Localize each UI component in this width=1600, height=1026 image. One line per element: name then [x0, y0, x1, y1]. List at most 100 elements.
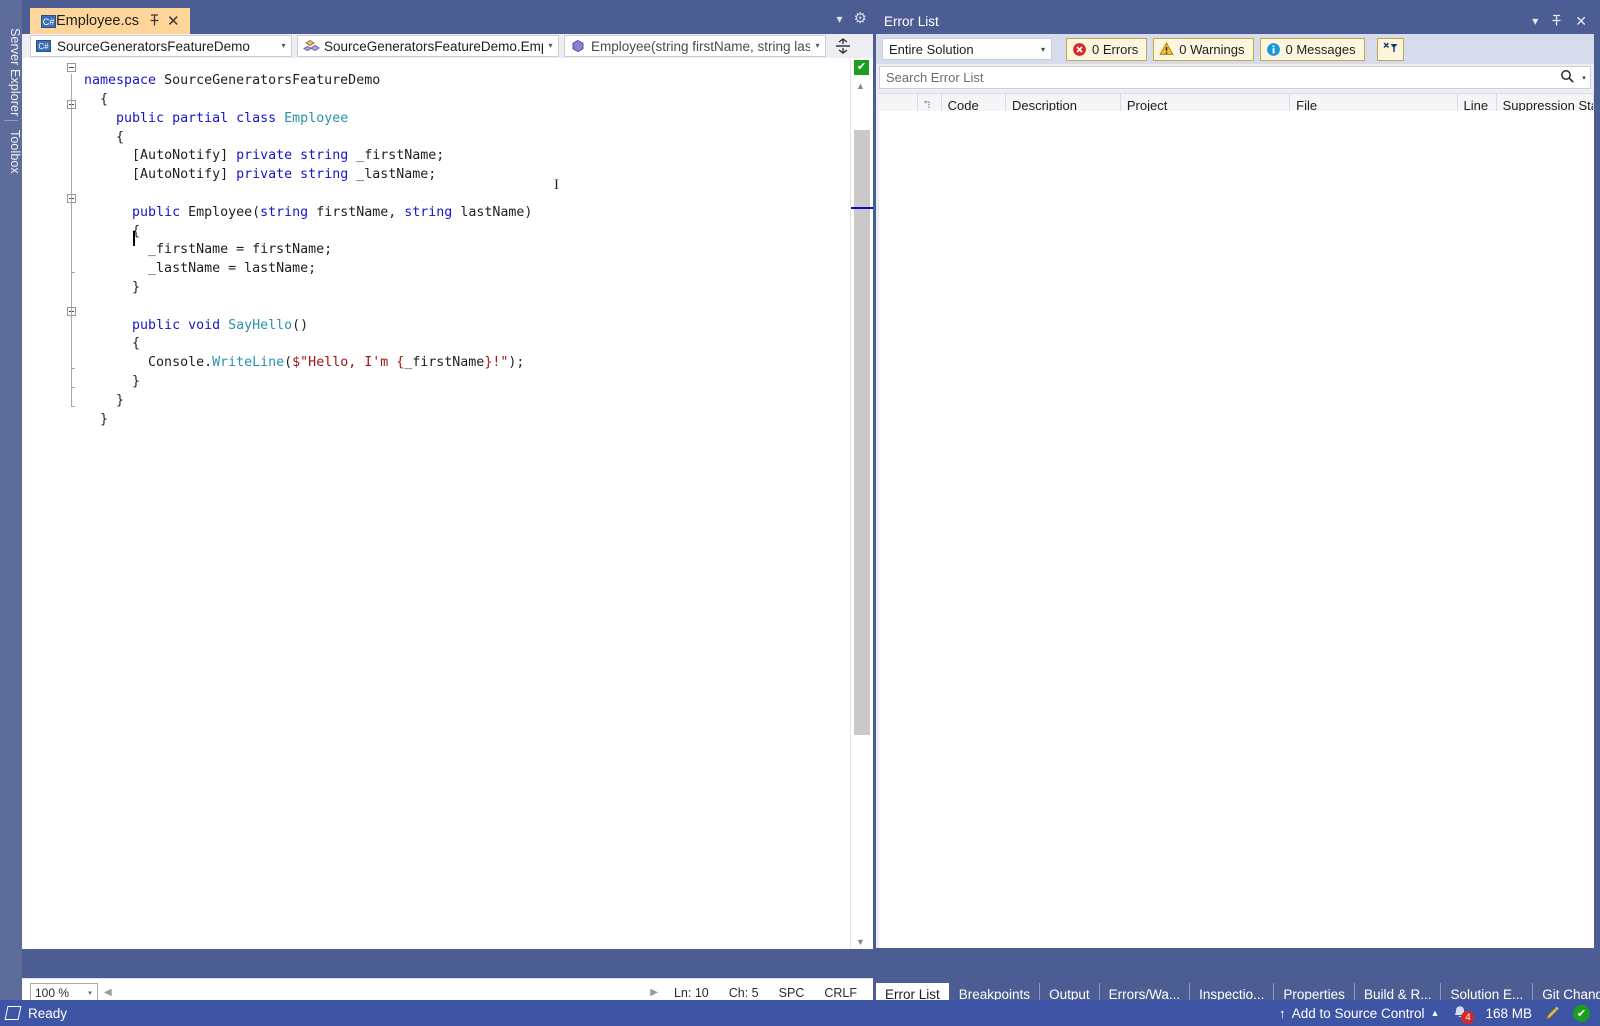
close-icon[interactable]: ✕: [1575, 14, 1587, 28]
code-token: }: [100, 411, 109, 427]
build-source-icon: ”⁝: [924, 99, 931, 111]
csharp-file-icon: C#: [41, 14, 56, 29]
caret-up-icon[interactable]: ▲: [1431, 1008, 1440, 1018]
scroll-down-arrow-icon[interactable]: ▼: [856, 938, 865, 947]
send-feedback-button[interactable]: [1544, 1005, 1561, 1022]
sidebar-tab-toolbox[interactable]: Toolbox: [0, 126, 22, 178]
code-token: );: [508, 355, 525, 371]
navbar-type-dropdown[interactable]: SourceGeneratorsFeatureDemo.Employ ▾: [297, 35, 559, 57]
code-token: (): [292, 317, 309, 333]
status-ready-label: Ready: [28, 1005, 68, 1021]
code-token: partial: [172, 110, 237, 126]
error-scope-value: Entire Solution: [889, 41, 974, 57]
code-editor-surface[interactable]: namespace SourceGeneratorsFeatureDemo { …: [22, 58, 873, 949]
code-token: void: [188, 317, 229, 333]
code-health-indicator[interactable]: ✔: [854, 60, 869, 75]
line-endings-indicator[interactable]: CRLF: [814, 986, 873, 1000]
chevron-down-icon: ▾: [88, 989, 92, 997]
gear-icon[interactable]: ⚙: [854, 11, 867, 26]
upload-arrow-icon: ↑: [1278, 1005, 1286, 1021]
pin-icon[interactable]: [1551, 14, 1562, 29]
error-list-title: Error List: [884, 13, 939, 29]
sidebar-tab-server-explorer[interactable]: Server Explorer: [0, 24, 22, 120]
code-token: public: [132, 317, 189, 333]
chevron-down-icon: ▾: [548, 41, 553, 50]
code-token: _firstName;: [356, 148, 445, 164]
clear-filter-button[interactable]: [1376, 37, 1404, 61]
chevron-down-icon: ▾: [281, 41, 286, 50]
chevron-down-icon: ▾: [815, 41, 820, 50]
search-options-dropdown-icon[interactable]: ▾: [1578, 74, 1590, 82]
navbar-member-dropdown[interactable]: Employee(string firstName, string lastN …: [564, 35, 826, 57]
error-list-search[interactable]: Search Error List ▾: [879, 66, 1591, 89]
text-caret: [133, 231, 135, 246]
vertical-scrollbar-thumb[interactable]: [854, 130, 870, 735]
code-token: string: [260, 204, 317, 220]
tab-list-dropdown-icon[interactable]: ▾: [837, 13, 843, 25]
clear-filter-icon: [1383, 42, 1398, 53]
error-list-search-placeholder: Search Error List: [886, 70, 984, 85]
search-icon[interactable]: [1556, 69, 1578, 87]
code-token: {: [116, 129, 125, 145]
status-ok-indicator: ✔: [1573, 1004, 1590, 1022]
memory-usage-indicator: 168 MB: [1485, 1006, 1532, 1021]
split-editor-icon[interactable]: [833, 36, 853, 56]
outlining-guide-constructor: [71, 205, 72, 272]
pin-icon[interactable]: [148, 13, 165, 29]
window-dropdown-icon[interactable]: ▾: [1532, 15, 1538, 27]
error-list-titlebar: Error List ▾ ✕: [876, 8, 1594, 34]
caret-column-indicator: Ch: 5: [728, 985, 759, 1000]
code-token: Employee: [284, 110, 349, 126]
code-token: [AutoNotify]: [132, 148, 237, 164]
code-token: WriteLine: [212, 355, 285, 371]
status-bar-left: Ready: [0, 1006, 67, 1021]
code-token: namespace: [84, 73, 165, 89]
visual-studio-window: Server Explorer Toolbox C# Employee.cs ✕…: [0, 0, 1600, 1026]
chevron-down-icon: ▾: [1040, 44, 1045, 54]
document-tab-label: Employee.cs: [56, 13, 140, 29]
code-navigation-bar: C# SourceGeneratorsFeatureDemo ▾ SourceG…: [22, 34, 873, 58]
outlining-collapse-namespace[interactable]: [67, 63, 76, 72]
close-icon[interactable]: ✕: [165, 14, 182, 29]
scroll-left-arrow-icon[interactable]: ◀: [104, 987, 112, 998]
messages-filter-button[interactable]: 0 Messages: [1259, 37, 1365, 61]
warnings-filter-button[interactable]: 0 Warnings: [1153, 37, 1254, 61]
notifications-button[interactable]: 4: [1451, 1004, 1475, 1024]
method-icon: [570, 39, 587, 53]
scroll-up-arrow-icon[interactable]: ▲: [856, 82, 865, 91]
code-token: firstName,: [316, 204, 405, 220]
indentation-indicator[interactable]: SPC: [769, 986, 815, 1000]
dock-divider: [4, 120, 18, 121]
editor-pane: C# Employee.cs ✕ ▾ ⚙ C# SourceGenerators…: [22, 0, 873, 1006]
code-token: class: [236, 110, 285, 126]
errors-filter-button[interactable]: 0 Errors: [1066, 37, 1148, 61]
code-token: }: [116, 392, 125, 408]
code-token: }!": [484, 355, 509, 371]
check-icon: ✔: [1573, 1004, 1590, 1022]
editor-scrollbar-margin[interactable]: ✔ ▲ ▼: [850, 58, 873, 949]
code-token: [AutoNotify]: [132, 167, 237, 183]
messages-filter-label: 0 Messages: [1285, 41, 1356, 57]
outlining-margin[interactable]: [22, 58, 84, 949]
document-tab-employee-cs[interactable]: C# Employee.cs ✕: [30, 8, 190, 34]
scroll-right-arrow-icon[interactable]: ▶: [650, 987, 658, 998]
error-icon: [1072, 42, 1087, 57]
add-to-source-control-button[interactable]: ↑ Add to Source Control ▲: [1279, 1006, 1440, 1021]
error-list-grid-body[interactable]: [879, 111, 1594, 948]
error-scope-dropdown[interactable]: Entire Solution ▾: [882, 38, 1052, 60]
warnings-filter-label: 0 Warnings: [1179, 41, 1245, 57]
notification-count-badge: 4: [1461, 1011, 1475, 1024]
outlining-tick-class: [71, 387, 75, 388]
navbar-project-dropdown[interactable]: C# SourceGeneratorsFeatureDemo ▾: [30, 35, 292, 57]
code-token: _firstName = firstName;: [148, 242, 333, 258]
caret-line-indicator: Ln: 10: [673, 985, 709, 1000]
caret-position-marker: [851, 207, 873, 209]
code-token: private: [236, 148, 301, 164]
csharp-project-icon: C#: [36, 39, 53, 53]
navbar-member-label: Employee(string firstName, string lastN: [591, 38, 810, 54]
memory-usage-label: 168 MB: [1485, 1005, 1532, 1021]
warning-icon: [1159, 42, 1174, 57]
horizontal-scrollbar[interactable]: ◀ ▶: [104, 984, 658, 1001]
svg-text:C#: C#: [43, 17, 55, 27]
code-text[interactable]: namespace SourceGeneratorsFeatureDemo { …: [84, 72, 532, 429]
